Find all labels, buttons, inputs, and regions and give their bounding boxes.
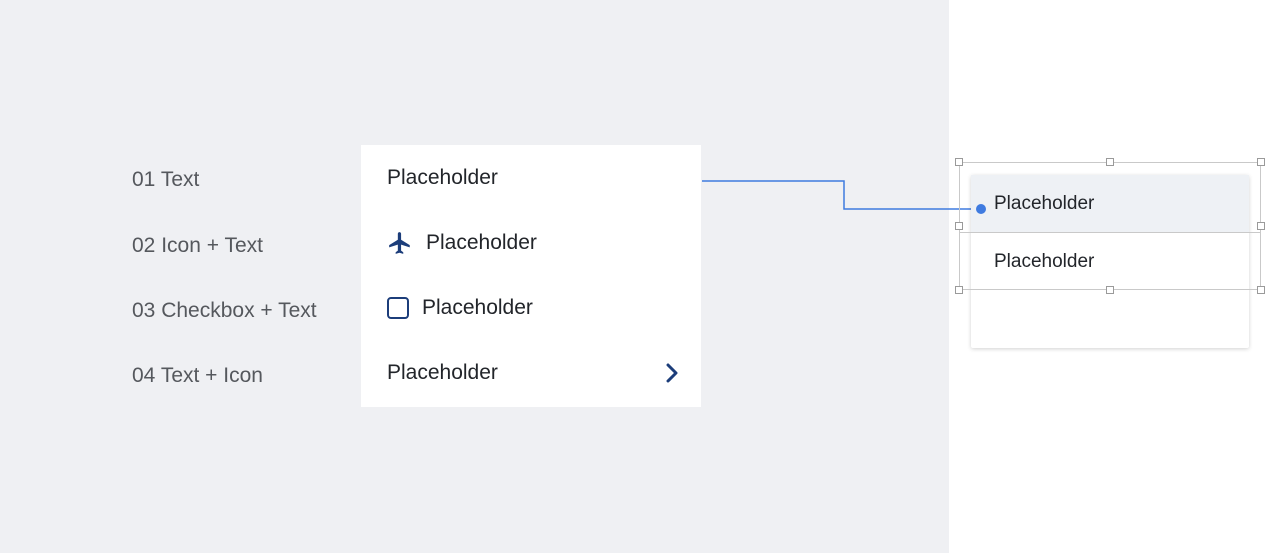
dropdown-caret — [1196, 164, 1218, 175]
dropdown-item[interactable]: Placeholder — [971, 233, 1249, 290]
resize-handle-top-left[interactable] — [955, 158, 963, 166]
resize-handle-middle-right[interactable] — [1257, 222, 1265, 230]
dropdown-menu: Placeholder Placeholder — [971, 175, 1249, 348]
resize-handle-bottom-left[interactable] — [955, 286, 963, 294]
dropdown-item-label: Placeholder — [994, 250, 1095, 272]
resize-handle-top-center[interactable] — [1106, 158, 1114, 166]
resize-handle-middle-left[interactable] — [955, 222, 963, 230]
resize-handle-bottom-right[interactable] — [1257, 286, 1265, 294]
dropdown-item-selected[interactable]: Placeholder — [971, 175, 1249, 232]
dropdown-item-label: Placeholder — [994, 192, 1095, 214]
connector-endpoint-dot[interactable] — [976, 204, 986, 214]
resize-handle-top-right[interactable] — [1257, 158, 1265, 166]
resize-handle-bottom-center[interactable] — [1106, 286, 1114, 294]
